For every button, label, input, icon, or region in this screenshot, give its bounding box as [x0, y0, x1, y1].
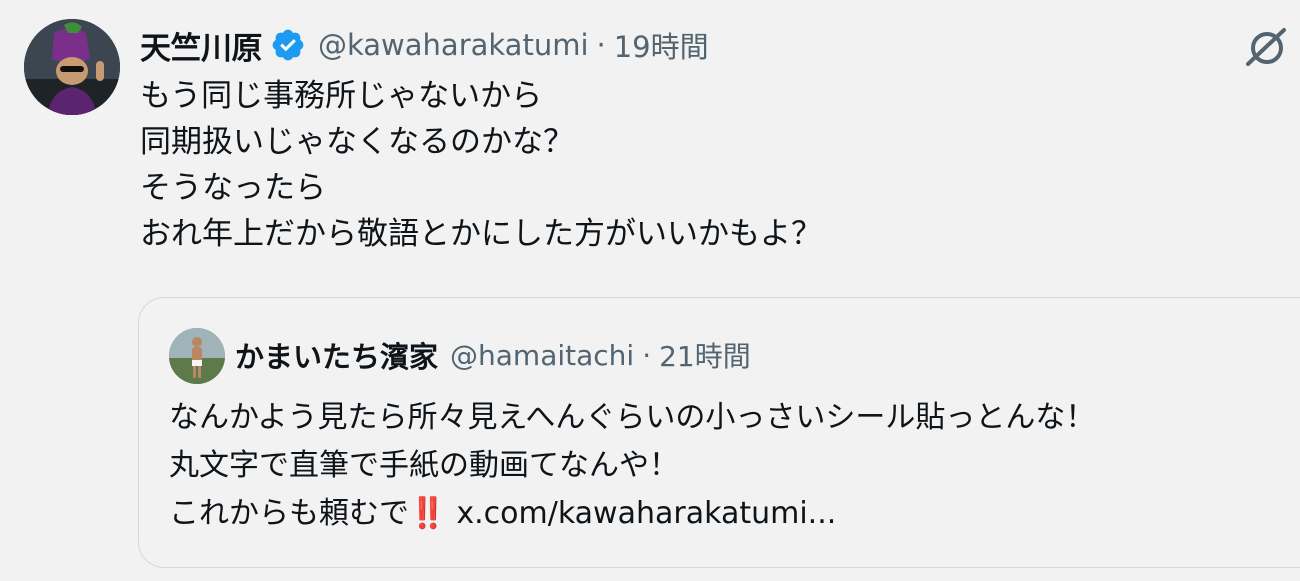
tweet-card[interactable]: 天竺川原 @kawaharakatumi · 19時間 もう同じ事務所じゃないか…	[0, 0, 1300, 581]
tweet-line: 同期扱いじゃなくなるのかな？	[140, 124, 574, 160]
double-exclamation-emoji: ‼️	[409, 496, 446, 531]
quoted-tweet-text: なんかよう見たら所々見えへんぐらいの小っさいシール貼っとんな！ 丸文字で直筆で手…	[169, 394, 1095, 538]
author-avatar[interactable]	[24, 19, 120, 115]
quoted-tweet-link[interactable]: x.com/kawaharakatumi...	[456, 496, 836, 531]
author-handle[interactable]: @kawaharakatumi	[318, 28, 589, 62]
quoted-tweet-line: なんかよう見たら所々見えへんぐらいの小っさいシール貼っとんな！	[169, 400, 1096, 435]
tweet-timestamp[interactable]: 19時間	[614, 24, 709, 66]
quoted-tweet-line: これからも頼むで‼️ x.com/kawaharakatumi...	[169, 490, 1095, 538]
tweet-line: もう同じ事務所じゃないから	[140, 78, 543, 114]
separator-dot: ·	[642, 338, 652, 372]
tweet-line: そうなったら	[140, 170, 326, 206]
quoted-tweet-line-text: これからも頼むで	[169, 496, 409, 531]
grok-slash-icon[interactable]	[1242, 24, 1290, 72]
quoted-author-name[interactable]: かまいたち濱家	[235, 334, 438, 376]
tweet-line: おれ年上だから敬語とかにした方がいいかもよ？	[140, 216, 822, 252]
quoted-tweet-header: かまいたち濱家 @hamaitachi · 21時間	[235, 333, 751, 377]
verified-badge-icon	[270, 27, 306, 63]
quoted-avatar-image	[169, 328, 225, 384]
author-name[interactable]: 天竺川原	[140, 23, 263, 68]
quoted-tweet-timestamp[interactable]: 21時間	[659, 335, 751, 375]
quoted-author-handle[interactable]: @hamaitachi	[450, 339, 634, 372]
avatar-image	[24, 19, 120, 115]
quoted-tweet[interactable]: かまいたち濱家 @hamaitachi · 21時間 なんかよう見たら所々見えへ…	[138, 297, 1300, 568]
separator-dot: ·	[596, 28, 606, 62]
tweet-text: もう同じ事務所じゃないから 同期扱いじゃなくなるのかな？ そうなったら おれ年上…	[140, 73, 822, 257]
tweet-header: 天竺川原 @kawaharakatumi · 19時間	[140, 22, 709, 68]
quoted-author-avatar[interactable]	[169, 328, 225, 384]
quoted-tweet-line: 丸文字で直筆で手紙の動画てなんや！	[169, 448, 679, 483]
